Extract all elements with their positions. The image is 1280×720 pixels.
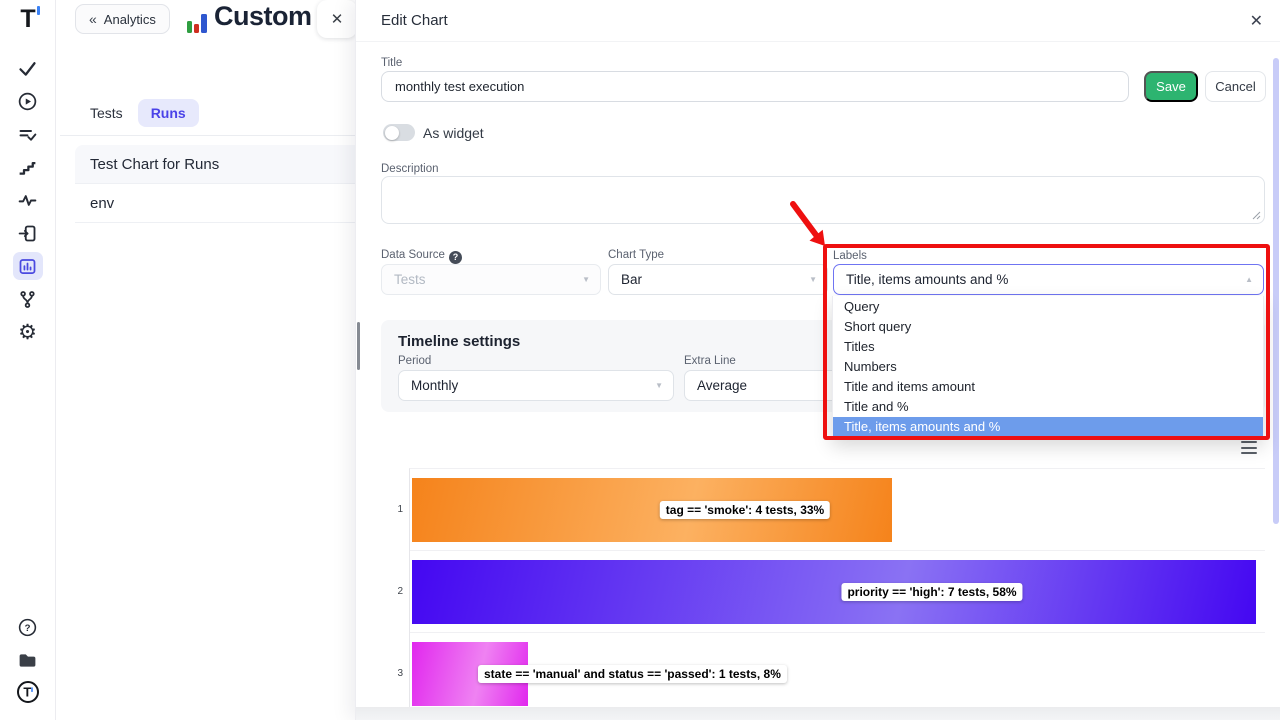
- caret-up-icon: ▲: [1245, 275, 1253, 284]
- play-circle-icon[interactable]: [13, 87, 43, 115]
- dropdown-option[interactable]: Title and items amount: [833, 377, 1263, 397]
- divider: [60, 135, 356, 136]
- chart-bar: [412, 560, 1256, 624]
- tabs: Tests Runs: [88, 99, 199, 127]
- modal-close-icon[interactable]: ✕: [1250, 11, 1263, 31]
- svg-text:?: ?: [25, 623, 31, 634]
- dropdown-option[interactable]: Query: [833, 296, 1263, 316]
- data-source-label: Data Source?: [381, 249, 462, 264]
- tab-runs[interactable]: Runs: [138, 99, 199, 127]
- dropdown-option[interactable]: Title and %: [833, 397, 1263, 417]
- row-number: 1: [385, 504, 403, 515]
- panel-scrollbar-thumb[interactable]: [357, 322, 360, 370]
- labels-select[interactable]: Title, items amounts and % ▲: [833, 264, 1264, 295]
- page-title: Custom C: [214, 1, 319, 32]
- chart-type-label: Chart Type: [608, 249, 664, 261]
- account-logo-icon[interactable]: T: [13, 678, 43, 706]
- list-item-env[interactable]: env: [75, 184, 356, 223]
- list-item-test-chart-for-runs[interactable]: Test Chart for Runs: [75, 145, 356, 184]
- dropdown-option[interactable]: Numbers: [833, 356, 1263, 376]
- back-chevrons-icon: «: [89, 11, 97, 27]
- tab-close-button[interactable]: ✕: [317, 0, 357, 38]
- dropdown-option[interactable]: Short query: [833, 316, 1263, 336]
- icon-sidebar: T ⚙ ?: [0, 0, 56, 720]
- bar-label: priority == 'high': 7 tests, 58%: [841, 583, 1022, 601]
- cancel-button[interactable]: Cancel: [1205, 71, 1266, 102]
- close-icon: ✕: [331, 10, 344, 28]
- list-check-icon[interactable]: [13, 120, 43, 148]
- modal-header: Edit Chart ✕: [356, 0, 1280, 42]
- chart-row: [410, 469, 1265, 551]
- description-label: Description: [381, 163, 439, 175]
- period-label: Period: [398, 355, 431, 367]
- bar-label: tag == 'smoke': 4 tests, 33%: [660, 501, 830, 519]
- analytics-charts-icon[interactable]: [13, 252, 43, 280]
- timeline-heading: Timeline settings: [398, 333, 520, 350]
- bar-chart-emoji-icon: [187, 9, 209, 33]
- modal-scrollbar[interactable]: [1273, 58, 1279, 524]
- bar-label: state == 'manual' and status == 'passed'…: [478, 665, 787, 683]
- row-number: 3: [385, 668, 403, 679]
- modal-title: Edit Chart: [381, 12, 448, 29]
- activity-icon[interactable]: [13, 186, 43, 214]
- data-source-select[interactable]: Tests ▼: [381, 264, 601, 295]
- custom-charts-panel: « Analytics Custom C ✕ Tests Runs Test C…: [56, 0, 356, 720]
- dropdown-option[interactable]: Titles: [833, 336, 1263, 356]
- analytics-back-button[interactable]: « Analytics: [75, 4, 170, 34]
- description-textarea[interactable]: [381, 176, 1265, 224]
- bottom-strip: [356, 707, 1280, 720]
- extra-line-label: Extra Line: [684, 355, 736, 367]
- caret-down-icon: ▼: [655, 381, 663, 390]
- question-badge-icon[interactable]: ?: [449, 251, 462, 264]
- tab-tests[interactable]: Tests: [88, 99, 125, 127]
- chart-type-select[interactable]: Bar ▼: [608, 264, 828, 295]
- branch-icon[interactable]: [13, 285, 43, 313]
- chart-row: [410, 551, 1265, 633]
- steps-icon[interactable]: [13, 153, 43, 181]
- as-widget-label: As widget: [423, 125, 484, 141]
- caret-down-icon: ▼: [809, 275, 817, 284]
- svg-text:T: T: [23, 685, 31, 700]
- period-select[interactable]: Monthly ▼: [398, 370, 674, 401]
- resize-handle-icon[interactable]: [1251, 210, 1261, 220]
- caret-down-icon: ▼: [582, 275, 590, 284]
- title-label: Title: [381, 57, 402, 69]
- labels-dropdown: QueryShort queryTitlesNumbersTitle and i…: [832, 296, 1264, 438]
- app-logo[interactable]: T: [13, 5, 43, 33]
- edit-chart-modal: Edit Chart ✕ Title monthly test executio…: [355, 0, 1280, 720]
- chart-plot: tag == 'smoke': 4 tests, 33%1priority ==…: [409, 468, 1265, 714]
- back-label: Analytics: [104, 12, 156, 27]
- as-widget-toggle[interactable]: [383, 124, 415, 141]
- import-icon[interactable]: [13, 219, 43, 247]
- checkmark-icon[interactable]: [13, 54, 43, 82]
- folder-icon[interactable]: [13, 646, 43, 674]
- row-number: 2: [385, 586, 403, 597]
- dropdown-option[interactable]: Title, items amounts and %: [833, 417, 1263, 437]
- settings-gear-icon[interactable]: ⚙: [13, 318, 43, 346]
- chart-menu-icon[interactable]: [1241, 441, 1257, 454]
- labels-label: Labels: [833, 250, 867, 262]
- title-input[interactable]: monthly test execution: [381, 71, 1129, 102]
- help-icon[interactable]: ?: [13, 613, 43, 641]
- save-button[interactable]: Save: [1144, 71, 1198, 102]
- app-root: T ⚙ ?: [0, 0, 1280, 720]
